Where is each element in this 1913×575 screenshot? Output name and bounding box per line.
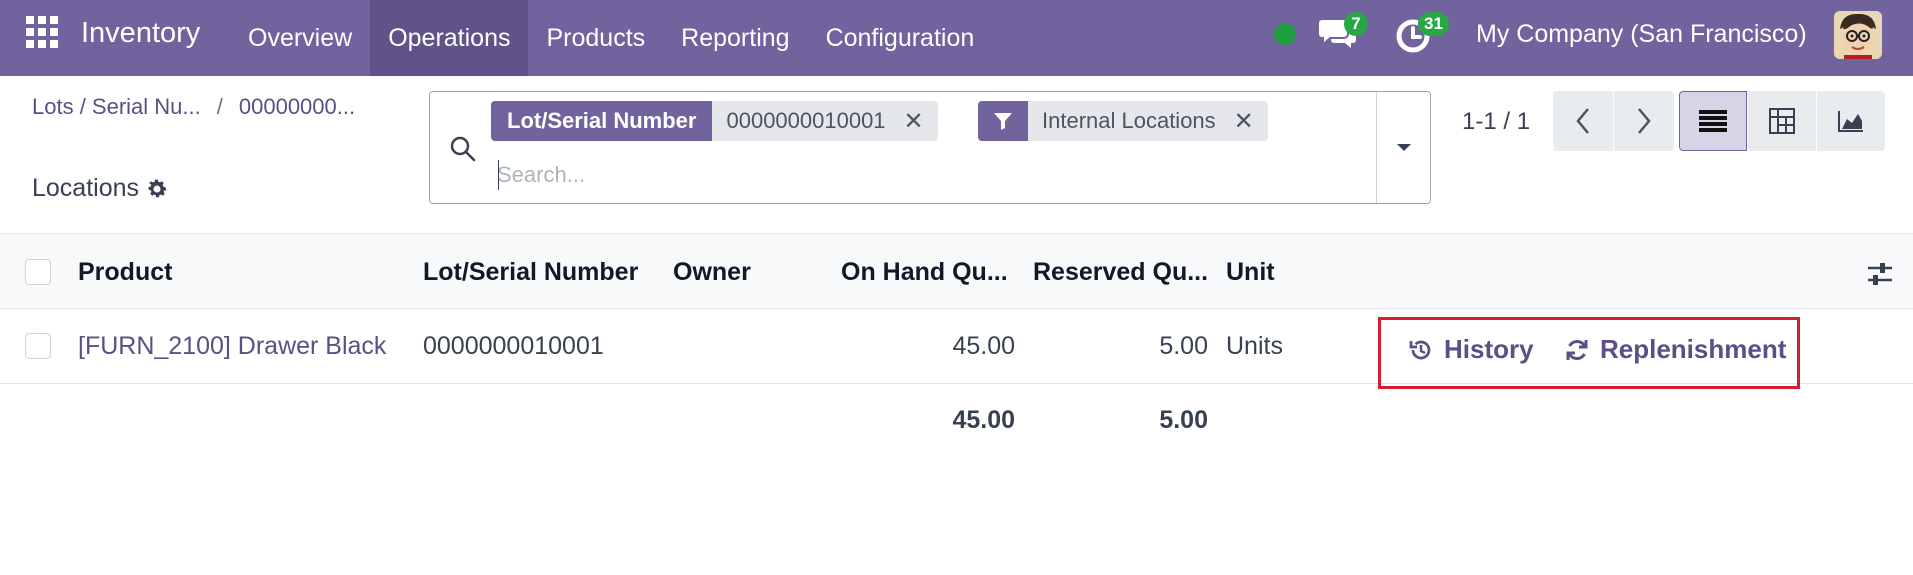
presence-status-dot: [1274, 23, 1296, 45]
view-pivot-button[interactable]: [1748, 91, 1816, 151]
activity-count-badge: 31: [1418, 12, 1449, 36]
replenishment-label: Replenishment: [1600, 334, 1787, 364]
search-input[interactable]: [497, 158, 1177, 192]
menu-products[interactable]: Products: [528, 0, 663, 76]
row-actions-highlight: History Replenishment: [1378, 317, 1800, 389]
col-product-header[interactable]: Product: [78, 258, 172, 287]
col-owner-header[interactable]: Owner: [673, 258, 751, 287]
avatar-face-icon: [1834, 11, 1882, 59]
filter-icon: [978, 101, 1028, 141]
search-icon: [450, 136, 476, 162]
facet-lot-value-wrap: 0000000010001 ✕: [712, 101, 938, 141]
replenishment-button[interactable]: Replenishment: [1564, 334, 1786, 365]
user-avatar[interactable]: [1834, 11, 1882, 59]
app-title[interactable]: Inventory: [81, 17, 200, 50]
pager-next-button[interactable]: [1614, 91, 1674, 151]
apps-grid-icon[interactable]: [26, 16, 60, 50]
facet-filter-value: Internal Locations: [1042, 108, 1216, 133]
facet-lot-value: 0000000010001: [726, 108, 886, 133]
breadcrumb-separator: /: [216, 94, 223, 119]
pager-value[interactable]: 1-1 / 1: [1462, 108, 1530, 136]
col-reserved-header[interactable]: Reserved Qu...: [1033, 258, 1208, 287]
row-product[interactable]: [FURN_2100] Drawer Black: [78, 332, 386, 361]
total-reserved: 5.00: [1159, 406, 1208, 434]
main-menu: Overview Operations Products Reporting C…: [230, 0, 992, 76]
pager-previous-button[interactable]: [1553, 91, 1613, 151]
pivot-table-icon: [1769, 108, 1795, 134]
page-title-text: Locations: [32, 174, 140, 202]
company-switcher[interactable]: My Company (San Francisco): [1476, 20, 1807, 49]
col-unit-header[interactable]: Unit: [1226, 258, 1275, 287]
list-header-row: Product Lot/Serial Number Owner On Hand …: [0, 233, 1913, 309]
menu-configuration[interactable]: Configuration: [808, 0, 993, 76]
refresh-icon: [1566, 339, 1588, 360]
list-totals-row: 45.00 5.00: [0, 384, 1913, 454]
search-bar: Lot/Serial Number 0000000010001 ✕ Intern…: [429, 91, 1431, 204]
history-button[interactable]: History: [1408, 334, 1534, 365]
search-facet-filter: Internal Locations ✕: [978, 101, 1268, 141]
area-chart-icon: [1838, 111, 1863, 132]
remove-facet-filter-close-icon[interactable]: ✕: [1234, 107, 1254, 136]
row-unit: Units: [1226, 332, 1283, 360]
select-all-checkbox[interactable]: [25, 259, 51, 285]
chevron-right-icon: [1638, 108, 1651, 134]
facet-filter-value-wrap: Internal Locations ✕: [1028, 101, 1268, 141]
col-on-hand-header[interactable]: On Hand Qu...: [841, 258, 1008, 287]
chevron-left-icon: [1576, 108, 1589, 134]
caret-down-icon: [1396, 143, 1411, 151]
breadcrumb-lots[interactable]: Lots / Serial Nu...: [32, 94, 201, 120]
view-graph-button[interactable]: [1817, 91, 1885, 151]
row-checkbox[interactable]: [25, 333, 51, 359]
chat-count-badge: 7: [1344, 12, 1368, 36]
menu-operations[interactable]: Operations: [370, 0, 529, 76]
top-navbar: Inventory Overview Operations Products R…: [0, 0, 1913, 76]
breadcrumb-lot-record[interactable]: 00000000...: [239, 94, 355, 120]
row-reserved: 5.00: [1159, 332, 1208, 360]
search-facet-lot: Lot/Serial Number 0000000010001 ✕: [491, 101, 938, 141]
col-lot-header[interactable]: Lot/Serial Number: [423, 258, 638, 287]
facet-lot-label: Lot/Serial Number: [491, 101, 713, 141]
history-icon: [1409, 340, 1431, 359]
remove-facet-lot-close-icon[interactable]: ✕: [904, 107, 924, 136]
total-on-hand: 45.00: [952, 406, 1015, 434]
list-view-icon: [1699, 110, 1727, 132]
page-title: Locations: [32, 174, 169, 203]
gear-icon[interactable]: [145, 177, 169, 201]
view-list-button[interactable]: [1679, 91, 1747, 151]
row-on-hand: 45.00: [952, 332, 1015, 360]
text-cursor: [498, 160, 499, 190]
menu-reporting[interactable]: Reporting: [663, 0, 807, 76]
breadcrumb: Lots / Serial Nu... / 00000000...: [32, 94, 355, 120]
row-lot: 0000000010001: [423, 332, 604, 360]
history-label: History: [1444, 334, 1534, 364]
menu-overview[interactable]: Overview: [230, 0, 370, 76]
search-options-toggle[interactable]: [1376, 92, 1430, 203]
optional-columns-sliders-icon[interactable]: [1866, 260, 1894, 288]
